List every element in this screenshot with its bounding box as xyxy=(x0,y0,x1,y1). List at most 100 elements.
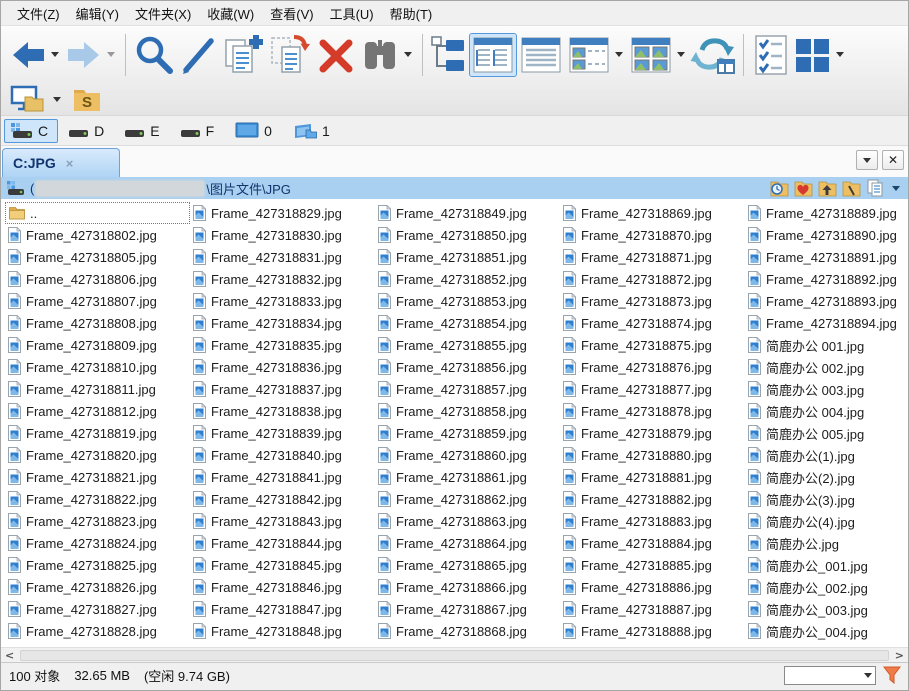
address-bar[interactable]: ( \图片文件\JPG xyxy=(1,177,908,199)
quad-panels-dropdown-caret[interactable] xyxy=(836,52,844,57)
file-item[interactable]: Frame_427318847.jpg xyxy=(190,598,375,620)
tab-list-dropdown-button[interactable] xyxy=(856,150,878,170)
tree-view-button[interactable] xyxy=(429,33,469,77)
file-item[interactable]: Frame_427318835.jpg xyxy=(190,334,375,356)
file-item[interactable]: Frame_427318836.jpg xyxy=(190,356,375,378)
file-item[interactable]: Frame_427318894.jpg xyxy=(745,312,908,334)
copy-path-icon[interactable] xyxy=(866,179,885,197)
file-item[interactable]: Frame_427318823.jpg xyxy=(5,510,190,532)
file-item[interactable]: Frame_427318856.jpg xyxy=(375,356,560,378)
find-dropdown-caret[interactable] xyxy=(404,52,412,57)
file-item[interactable]: 简鹿办公(1).jpg xyxy=(745,444,908,466)
file-item[interactable]: Frame_427318839.jpg xyxy=(190,422,375,444)
file-item[interactable]: 简鹿办公 004.jpg xyxy=(745,400,908,422)
file-item[interactable]: Frame_427318875.jpg xyxy=(560,334,745,356)
file-item[interactable]: Frame_427318884.jpg xyxy=(560,532,745,554)
file-item[interactable]: Frame_427318834.jpg xyxy=(190,312,375,334)
file-item[interactable]: 简鹿办公 002.jpg xyxy=(745,356,908,378)
scroll-right-arrow[interactable]: > xyxy=(895,649,904,662)
menu-file[interactable]: 文件(Z) xyxy=(9,1,68,26)
s-folder-button[interactable]: S xyxy=(71,84,103,115)
file-item[interactable]: Frame_427318824.jpg xyxy=(5,532,190,554)
file-item[interactable]: Frame_427318844.jpg xyxy=(190,532,375,554)
file-item[interactable]: Frame_427318882.jpg xyxy=(560,488,745,510)
file-item[interactable]: Frame_427318821.jpg xyxy=(5,466,190,488)
file-item[interactable]: Frame_427318830.jpg xyxy=(190,224,375,246)
find-button[interactable] xyxy=(358,32,402,78)
file-item[interactable]: Frame_427318858.jpg xyxy=(375,400,560,422)
file-item[interactable]: Frame_427318872.jpg xyxy=(560,268,745,290)
search-button[interactable] xyxy=(132,32,176,78)
file-item[interactable]: Frame_427318860.jpg xyxy=(375,444,560,466)
file-item[interactable]: Frame_427318851.jpg xyxy=(375,246,560,268)
refresh-button[interactable] xyxy=(689,32,737,78)
back-button[interactable] xyxy=(7,33,49,77)
file-item[interactable]: Frame_427318877.jpg xyxy=(560,378,745,400)
parent-folder-item[interactable]: .. xyxy=(5,202,190,224)
file-item[interactable]: Frame_427318806.jpg xyxy=(5,268,190,290)
scrollbar-thumb[interactable] xyxy=(20,650,889,661)
scroll-left-arrow[interactable]: < xyxy=(5,649,14,662)
file-item[interactable]: Frame_427318864.jpg xyxy=(375,532,560,554)
file-item[interactable]: Frame_427318859.jpg xyxy=(375,422,560,444)
delete-button[interactable] xyxy=(314,32,358,78)
drive-button-d[interactable]: D xyxy=(62,119,114,143)
file-item[interactable]: Frame_427318880.jpg xyxy=(560,444,745,466)
forward-dropdown-caret[interactable] xyxy=(107,52,115,57)
file-item[interactable]: Frame_427318802.jpg xyxy=(5,224,190,246)
tiles-view-button[interactable] xyxy=(565,33,613,77)
file-item[interactable]: Frame_427318870.jpg xyxy=(560,224,745,246)
file-item[interactable]: Frame_427318810.jpg xyxy=(5,356,190,378)
file-item[interactable]: Frame_427318865.jpg xyxy=(375,554,560,576)
file-item[interactable]: Frame_427318811.jpg xyxy=(5,378,190,400)
file-item[interactable]: Frame_427318862.jpg xyxy=(375,488,560,510)
menu-folder[interactable]: 文件夹(X) xyxy=(127,1,199,26)
file-item[interactable]: Frame_427318867.jpg xyxy=(375,598,560,620)
menu-help[interactable]: 帮助(T) xyxy=(382,1,441,26)
file-item[interactable]: Frame_427318852.jpg xyxy=(375,268,560,290)
tab-c-jpg[interactable]: C:JPG × xyxy=(2,148,120,177)
file-item[interactable]: 简鹿办公(3).jpg xyxy=(745,488,908,510)
desktop-folder-button[interactable] xyxy=(9,83,45,115)
file-item[interactable]: Frame_427318841.jpg xyxy=(190,466,375,488)
menu-view[interactable]: 查看(V) xyxy=(262,1,321,26)
file-item[interactable]: 简鹿办公(2).jpg xyxy=(745,466,908,488)
file-item[interactable]: Frame_427318883.jpg xyxy=(560,510,745,532)
file-item[interactable]: Frame_427318890.jpg xyxy=(745,224,908,246)
checklist-button[interactable] xyxy=(750,32,792,78)
file-item[interactable]: 简鹿办公_003.jpg xyxy=(745,598,908,620)
file-item[interactable]: Frame_427318843.jpg xyxy=(190,510,375,532)
file-item[interactable]: Frame_427318826.jpg xyxy=(5,576,190,598)
file-item[interactable]: Frame_427318868.jpg xyxy=(375,620,560,642)
file-item[interactable]: Frame_427318866.jpg xyxy=(375,576,560,598)
file-item[interactable]: Frame_427318888.jpg xyxy=(560,620,745,642)
file-item[interactable]: Frame_427318891.jpg xyxy=(745,246,908,268)
tab-close-icon[interactable]: × xyxy=(66,156,74,171)
file-item[interactable]: Frame_427318878.jpg xyxy=(560,400,745,422)
file-item[interactable]: Frame_427318833.jpg xyxy=(190,290,375,312)
folder-root-icon[interactable] xyxy=(842,180,861,197)
file-item[interactable]: Frame_427318885.jpg xyxy=(560,554,745,576)
file-item[interactable]: Frame_427318822.jpg xyxy=(5,488,190,510)
menu-tools[interactable]: 工具(U) xyxy=(322,1,382,26)
file-item[interactable]: Frame_427318876.jpg xyxy=(560,356,745,378)
file-item[interactable]: Frame_427318819.jpg xyxy=(5,422,190,444)
forward-button[interactable] xyxy=(63,33,105,77)
file-item[interactable]: Frame_427318827.jpg xyxy=(5,598,190,620)
file-item[interactable]: Frame_427318838.jpg xyxy=(190,400,375,422)
file-item[interactable]: Frame_427318850.jpg xyxy=(375,224,560,246)
thumbnails-view-button[interactable] xyxy=(627,33,675,77)
file-item[interactable]: Frame_427318807.jpg xyxy=(5,290,190,312)
folder-history-icon[interactable] xyxy=(770,180,789,197)
file-item[interactable]: Frame_427318861.jpg xyxy=(375,466,560,488)
file-item[interactable]: Frame_427318863.jpg xyxy=(375,510,560,532)
details-view-button[interactable] xyxy=(517,33,565,77)
file-item[interactable]: Frame_427318886.jpg xyxy=(560,576,745,598)
list-view-button[interactable] xyxy=(469,33,517,77)
filter-funnel-icon[interactable] xyxy=(882,665,902,685)
drive-button-f[interactable]: F xyxy=(174,119,225,143)
file-item[interactable]: 简鹿办公(4).jpg xyxy=(745,510,908,532)
tab-close-button[interactable]: ✕ xyxy=(882,150,904,170)
file-item[interactable]: Frame_427318842.jpg xyxy=(190,488,375,510)
drive-button-0[interactable]: 0 xyxy=(228,118,282,143)
